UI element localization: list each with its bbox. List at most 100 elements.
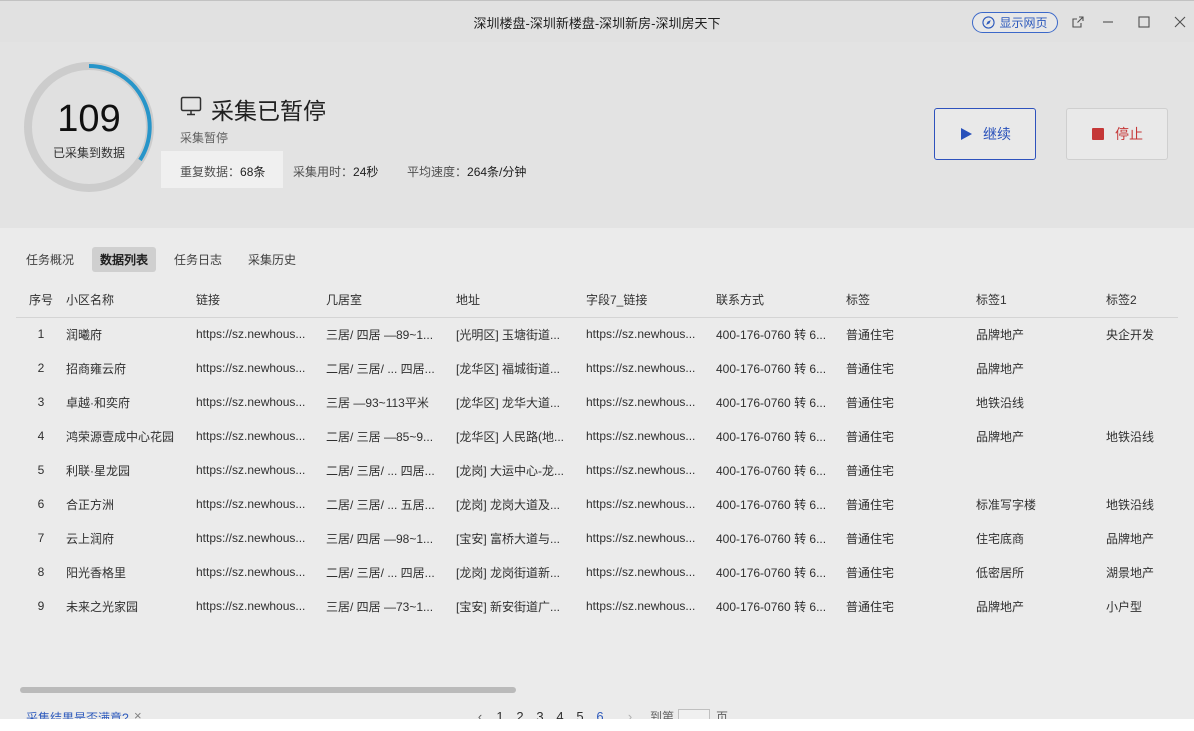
column-header[interactable]: 标签2 [1106,283,1178,317]
table-row[interactable]: 9 未来之光家园 https://sz.newhous... 三居/ 四居 —73~1… [16,589,1178,623]
table-cell: 二居/ 三居/ ... 四居... [326,361,435,376]
table-cell: 卓越·和奕府 [66,395,130,410]
tab-history[interactable]: 采集历史 [240,247,304,272]
continue-button[interactable]: 继续 [934,108,1036,160]
progress-header: 109 已采集到数据 采集已暂停 采集暂停 重复数据：68条 采集用时：24秒 … [0,42,1194,228]
table-cell: 小户型 [1106,599,1143,614]
table-cell: 普通住宅 [846,327,895,342]
table-cell: 品牌地产 [976,327,1025,342]
table-cell: 普通住宅 [846,395,895,410]
table-cell: 400-176-0760 转 6... [716,395,827,410]
table-row[interactable]: 6 合正方洲 https://sz.newhous... 二居/ 三居/ ... 五居… [16,487,1178,521]
table-cell: 普通住宅 [846,429,895,444]
table-cell [1106,385,1178,419]
table-cell: 未来之光家园 [66,599,139,614]
bottom-strip [0,719,1194,731]
column-header[interactable]: 字段7_链接 [586,283,716,317]
tab-task-log[interactable]: 任务日志 [166,247,230,272]
table-cell: https://sz.newhous... [196,565,306,579]
table-cell: 润曦府 [66,327,103,342]
tab-bar: 任务概况 数据列表 任务日志 采集历史 [18,247,304,272]
table-cell: 400-176-0760 转 6... [716,599,827,614]
table-cell: 7 [37,531,45,545]
table-row[interactable]: 3 卓越·和奕府 https://sz.newhous... 三居 —93~113平米… [16,385,1178,419]
table-cell: 5 [37,463,45,477]
tab-overview[interactable]: 任务概况 [18,247,82,272]
column-header[interactable]: 链接 [196,283,326,317]
stop-button[interactable]: 停止 [1066,108,1168,160]
table-row[interactable]: 7 云上润府 https://sz.newhous... 三居/ 四居 —98~1..… [16,521,1178,555]
table-cell: 地铁沿线 [1106,497,1155,512]
play-icon [961,128,972,140]
table-cell: 住宅底商 [976,531,1025,546]
close-icon[interactable] [1169,11,1191,33]
time-stat: 采集用时：24秒 [293,165,379,179]
table-cell: 400-176-0760 转 6... [716,327,827,342]
table-cell: https://sz.newhous... [196,361,306,375]
column-header[interactable]: 序号 [16,283,66,317]
table-cell: 二居/ 三居 —85~9... [326,429,434,444]
column-header[interactable]: 联系方式 [716,283,846,317]
table-cell: 4 [37,429,45,443]
table-cell [1106,453,1178,487]
table-cell: https://sz.newhous... [196,327,306,342]
column-header[interactable]: 标签 [846,283,976,317]
table-row[interactable]: 5 利联·星龙园 https://sz.newhous... 二居/ 三居/ ... … [16,453,1178,487]
table-row[interactable]: 1 润曦府 https://sz.newhous... 三居/ 四居 —89~1...… [16,317,1178,351]
table-cell: 400-176-0760 转 6... [716,361,827,376]
table-row[interactable]: 2 招商雍云府 https://sz.newhous... 二居/ 三居/ ... 四… [16,351,1178,385]
table-cell: 三居/ 四居 —73~1... [326,599,434,614]
table-cell: [龙华区] 人民路(地... [456,429,565,444]
table-cell: https://sz.newhous... [586,429,696,443]
table-header-row: 序号 小区名称 链接 几居室 地址 字段7_链接 联系方式 标签 标签1 标签2 [16,283,1178,317]
horizontal-scrollbar[interactable] [20,687,516,693]
table-cell: 普通住宅 [846,565,895,580]
table-cell: https://sz.newhous... [196,531,306,545]
show-web-button[interactable]: 显示网页 [972,12,1058,33]
table-cell: 三居/ 四居 —98~1... [326,531,434,546]
duplicate-stat: 重复数据：68条 [180,165,266,179]
status-subtitle: 采集暂停 [180,131,229,145]
minimize-icon[interactable] [1097,11,1119,33]
main-content: 任务概况 数据列表 任务日志 采集历史 序号 小区名称 链接 几居室 地址 字段… [0,228,1194,725]
table-cell: 低密居所 [976,565,1025,580]
table-cell: https://sz.newhous... [586,599,696,613]
monitor-icon [180,96,202,116]
table-cell: 1 [37,327,45,342]
speed-stat: 平均速度：264条/分钟 [407,165,527,179]
table-cell: [龙岗] 龙岗大道及... [456,497,561,512]
table-cell: https://sz.newhous... [196,599,306,613]
table-cell: 普通住宅 [846,497,895,512]
table-cell: https://sz.newhous... [586,565,696,579]
table-cell: 二居/ 三居/ ... 五居... [326,497,435,512]
table-cell: 二居/ 三居/ ... 四居... [326,463,435,478]
title-bar: 深圳楼盘-深圳新楼盘-深圳新房-深圳房天下 显示网页 [0,0,1194,42]
table-cell: 利联·星龙园 [66,463,130,478]
table-cell: 三居/ 四居 —89~1... [326,327,434,342]
table-cell: 三居 —93~113平米 [326,395,429,410]
column-header[interactable]: 标签1 [976,283,1106,317]
table-cell: 地铁沿线 [976,395,1025,410]
data-table: 序号 小区名称 链接 几居室 地址 字段7_链接 联系方式 标签 标签1 标签2… [16,283,1178,623]
table-cell: https://sz.newhous... [196,395,306,409]
column-header[interactable]: 几居室 [326,283,456,317]
table-row[interactable]: 4 鸿荣源壹成中心花园 https://sz.newhous... 二居/ 三居 —8… [16,419,1178,453]
table-cell: 400-176-0760 转 6... [716,463,827,478]
maximize-icon[interactable] [1133,11,1155,33]
table-cell: https://sz.newhous... [196,429,306,443]
continue-label: 继续 [983,126,1011,142]
table-cell: [龙华区] 福城街道... [456,361,561,376]
table-cell: 品牌地产 [1106,531,1155,546]
external-link-icon[interactable] [1067,11,1089,33]
table-cell: https://sz.newhous... [586,327,696,342]
column-header[interactable]: 小区名称 [66,283,196,317]
table-cell: https://sz.newhous... [196,497,306,511]
tab-data-list[interactable]: 数据列表 [92,247,157,272]
table-cell: 400-176-0760 转 6... [716,531,827,546]
table-cell: [龙华区] 龙华大道... [456,395,561,410]
table-cell: 二居/ 三居/ ... 四居... [326,565,435,580]
table-row[interactable]: 8 阳光香格里 https://sz.newhous... 二居/ 三居/ ... 四… [16,555,1178,589]
table-cell: 400-176-0760 转 6... [716,429,827,444]
table-cell: [龙岗] 龙岗街道新... [456,565,561,580]
column-header[interactable]: 地址 [456,283,586,317]
